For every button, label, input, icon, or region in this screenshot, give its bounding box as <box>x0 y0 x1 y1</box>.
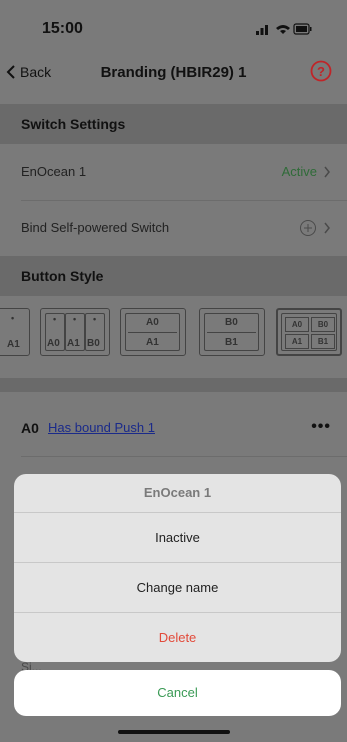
cancel-button[interactable]: Cancel <box>14 670 341 716</box>
delete-option[interactable]: Delete <box>14 613 341 662</box>
chevron-right-icon <box>324 166 330 178</box>
tile-label: B0 <box>225 317 238 328</box>
tile-label: A0 <box>47 338 60 349</box>
tile-label: A1 <box>7 339 20 350</box>
change-name-option[interactable]: Change name <box>14 563 341 612</box>
enocean-status: Active <box>281 164 317 179</box>
bind-switch-label: Bind Self-powered Switch <box>21 220 170 235</box>
tile-label: A0 <box>285 317 309 332</box>
enocean-label: EnOcean 1 <box>21 164 87 179</box>
a0-binding-row[interactable]: A0 Has bound Push 1 ••• <box>0 400 347 456</box>
tile-label: B1 <box>225 337 238 348</box>
home-indicator <box>118 730 230 734</box>
svg-text:?: ? <box>317 64 325 79</box>
help-icon[interactable]: ? <box>310 60 332 87</box>
screen: 15:00 Back Branding (HBIR29) 1 ? Switch … <box>0 0 347 742</box>
enocean-row[interactable]: EnOcean 1 Active <box>0 150 347 194</box>
divider <box>21 200 347 201</box>
bound-push-link[interactable]: Has bound Push 1 <box>48 420 155 435</box>
tile-label: B0 <box>87 338 100 349</box>
button-style-tile[interactable]: • A0 • A1 • B0 <box>40 308 110 356</box>
nav-bar: Back Branding (HBIR29) 1 ? <box>0 48 347 96</box>
bind-switch-row[interactable]: Bind Self-powered Switch <box>0 206 347 250</box>
a0-label: A0 <box>21 420 39 436</box>
status-time: 15:00 <box>42 20 83 37</box>
action-sheet-title: EnOcean 1 <box>143 485 212 500</box>
tile-label: A1 <box>146 337 159 348</box>
switch-settings-header: Switch Settings <box>0 104 347 144</box>
button-style-tile[interactable]: B0 B1 <box>199 308 265 356</box>
more-icon[interactable]: ••• <box>311 418 331 436</box>
tile-label: A1 <box>67 338 80 349</box>
tile-label: A1 <box>285 334 309 349</box>
divider <box>21 456 347 457</box>
button-style-tile[interactable]: • A1 <box>0 308 30 356</box>
inactive-option[interactable]: Inactive <box>14 513 341 562</box>
page-title: Branding (HBIR29) 1 <box>100 64 247 81</box>
button-style-header: Button Style <box>0 256 347 296</box>
add-circle-icon <box>300 220 316 236</box>
chevron-right-icon <box>324 222 330 234</box>
tile-label: A0 <box>146 317 159 328</box>
tile-label: B0 <box>311 317 335 332</box>
button-style-picker: • A1 • A0 • A1 • B0 A0 A1 B0 B1 A0 B0 A1… <box>0 300 347 368</box>
status-icons <box>256 22 312 41</box>
button-style-tile[interactable]: A0 A1 <box>120 308 186 356</box>
section-gap <box>0 378 347 392</box>
button-style-tile-selected[interactable]: A0 B0 A1 B1 <box>276 308 342 356</box>
action-sheet: EnOcean 1 Inactive Change name Delete <box>14 474 341 662</box>
status-bar: 15:00 <box>0 0 347 48</box>
tile-label: B1 <box>311 334 335 349</box>
